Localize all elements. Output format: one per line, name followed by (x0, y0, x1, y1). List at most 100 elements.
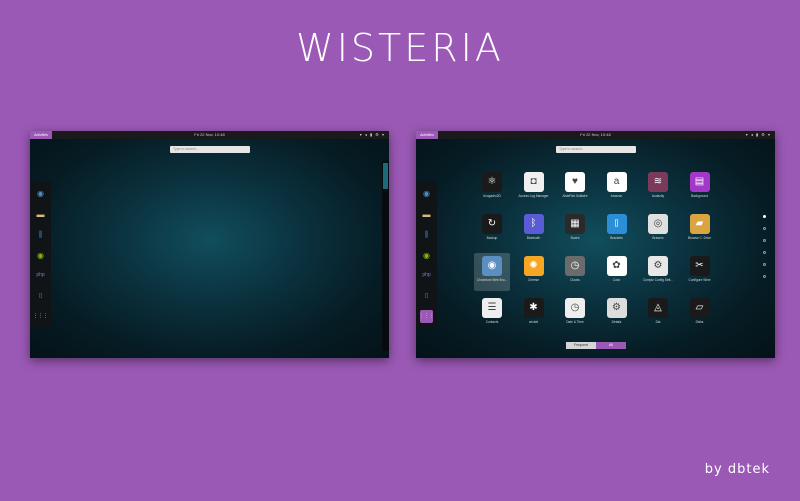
search-input[interactable]: Type to search... (170, 146, 250, 153)
search-input[interactable]: Type to search... (556, 146, 636, 153)
app-tile[interactable]: ✿ Color (599, 253, 635, 291)
compiz-icon: ⚙ (648, 256, 668, 276)
author-credit: by dbtek (704, 462, 770, 477)
app-label: Brasero (652, 236, 664, 240)
app-tile[interactable]: ↻ Backup (474, 211, 510, 249)
top-bar: Activities Fri 22 Nov, 10:48 ▾ ◂ ▮ ⚙ ▾ (416, 131, 775, 139)
php-icon[interactable]: php (34, 269, 47, 282)
files-icon[interactable]: ▬ (34, 208, 47, 221)
app-label: Color (612, 278, 621, 282)
scrollbar[interactable] (382, 161, 389, 351)
app-tile[interactable]: ▤ Background (682, 169, 718, 207)
mask-icon: ◘ (523, 172, 544, 192)
app-label: AisleRiot Solitaire (562, 194, 588, 198)
app-tile[interactable]: ⚙ Details (599, 295, 635, 333)
app-tile[interactable]: ◷ Clocks (557, 253, 593, 291)
system-tray[interactable]: ▾ ◂ ▮ ⚙ ▾ (746, 131, 771, 139)
page-title: WISTERIA (296, 26, 504, 70)
app-label: Browse C: Drive (687, 236, 712, 240)
backup-icon: ↻ (482, 214, 502, 234)
system-tray[interactable]: ▾ ◂ ▮ ⚙ ▾ (360, 131, 385, 139)
app-tile[interactable]: ✱ cricket (516, 295, 552, 333)
app-tile[interactable]: ▰ Browse C: Drive (682, 211, 718, 249)
page-dot[interactable] (763, 239, 766, 242)
app-grid-icon[interactable]: ⋮⋮⋮ (419, 310, 434, 323)
app-label: Disks (695, 320, 704, 324)
files-icon[interactable]: ▬ (420, 208, 433, 221)
app-label: Contacts (485, 320, 499, 324)
amazon-icon: a (606, 172, 627, 192)
avogadro-icon: ⚛ (482, 172, 502, 192)
chromium-icon[interactable]: ◉ (420, 187, 433, 200)
app-tile[interactable]: ♥ AisleRiot Solitaire (557, 169, 593, 207)
app-label: Chromium Web Bro... (476, 278, 508, 282)
audacity-icon: ≋ (648, 172, 668, 192)
clock[interactable]: Fri 22 Nov, 10:48 (416, 131, 775, 139)
brackets-icon[interactable]: [] (420, 290, 433, 303)
page-dot[interactable] (763, 215, 766, 218)
background-icon: ▤ (689, 172, 710, 192)
all-tab[interactable]: All (596, 342, 626, 349)
cricket-icon: ✱ (523, 298, 544, 318)
page-dot[interactable] (763, 263, 766, 266)
cheese-icon: ✺ (523, 256, 544, 276)
app-tile[interactable]: ◘ Access Log Manager (516, 169, 552, 207)
folder-icon: ▰ (689, 214, 710, 234)
view-switcher: Frequent All (566, 342, 626, 349)
app-tile[interactable]: [] Brackets (599, 211, 635, 249)
app-label: Compiz Config Sett... (642, 278, 674, 282)
brackets-app-icon: [] (606, 214, 627, 234)
mixer-icon[interactable]: ⫼ (420, 228, 433, 241)
app-label: Clocks (570, 278, 580, 282)
mixer-icon[interactable]: ⫼ (34, 228, 47, 241)
app-tile[interactable]: ◷ Date & Time (557, 295, 593, 333)
page-dot[interactable] (763, 227, 766, 230)
app-tile[interactable]: ◉ Chromium Web Bro... (474, 253, 510, 291)
wine-icon: ✂ (689, 256, 710, 276)
app-label: Amazon (610, 194, 623, 198)
app-label: cricket (528, 320, 539, 324)
disks-icon: ▱ (689, 298, 710, 318)
app-label: Brackets (610, 236, 623, 240)
chromium-icon[interactable]: ◉ (34, 187, 47, 200)
spotify-icon[interactable]: ◉ (420, 249, 433, 262)
php-icon[interactable]: php (420, 269, 433, 282)
app-grid-icon[interactable]: ⋮⋮⋮ (33, 310, 48, 323)
app-tile[interactable]: ≋ Audacity (640, 169, 676, 207)
frequent-tab[interactable]: Frequent (566, 342, 596, 349)
app-tile[interactable]: ✂ Configure Wine (682, 253, 718, 291)
cards-icon: ♥ (565, 172, 585, 192)
app-tile[interactable]: ☰ Contacts (474, 295, 510, 333)
app-label: Boxes (570, 236, 580, 240)
dash: ◉ ▬ ⫼ ◉ php [] ⋮⋮⋮ (30, 181, 51, 327)
clock[interactable]: Fri 22 Nov, 10:48 (30, 131, 389, 139)
page-indicator (763, 215, 767, 287)
app-tile[interactable]: a Amazon (599, 169, 635, 207)
dia-icon: ◬ (648, 298, 668, 318)
app-tile[interactable]: ▱ Disks (682, 295, 718, 333)
date-time-icon: ◷ (565, 298, 585, 318)
details-icon: ⚙ (606, 298, 627, 318)
spotify-icon[interactable]: ◉ (34, 249, 47, 262)
app-label: Access Log Manager (518, 194, 549, 198)
app-label: Configure Wine (688, 278, 711, 282)
scrollbar-thumb[interactable] (383, 163, 388, 189)
page-dot[interactable] (763, 275, 766, 278)
app-label: Audacity (651, 194, 665, 198)
app-tile[interactable]: ⚛ Avogadro2D (474, 169, 510, 207)
app-label: Backup (486, 236, 498, 240)
app-tile[interactable]: ▦ Boxes (557, 211, 593, 249)
color-icon: ✿ (606, 256, 627, 276)
app-tile[interactable]: ᛒ Bluetooth (516, 211, 552, 249)
app-tile[interactable]: ◬ Dia (640, 295, 676, 333)
brackets-icon[interactable]: [] (34, 290, 47, 303)
app-label: Bluetooth (526, 236, 541, 240)
app-tile[interactable]: ⚙ Compiz Config Sett... (640, 253, 676, 291)
desktop-overview-screenshot: Activities Fri 22 Nov, 10:48 ▾ ◂ ▮ ⚙ ▾ T… (30, 131, 389, 358)
app-label: Cheese (528, 278, 539, 282)
app-label: Avogadro2D (483, 194, 501, 198)
app-label: Dia (655, 320, 661, 324)
app-tile[interactable]: ◎ Brasero (640, 211, 676, 249)
page-dot[interactable] (763, 251, 766, 254)
app-tile[interactable]: ✺ Cheese (516, 253, 552, 291)
